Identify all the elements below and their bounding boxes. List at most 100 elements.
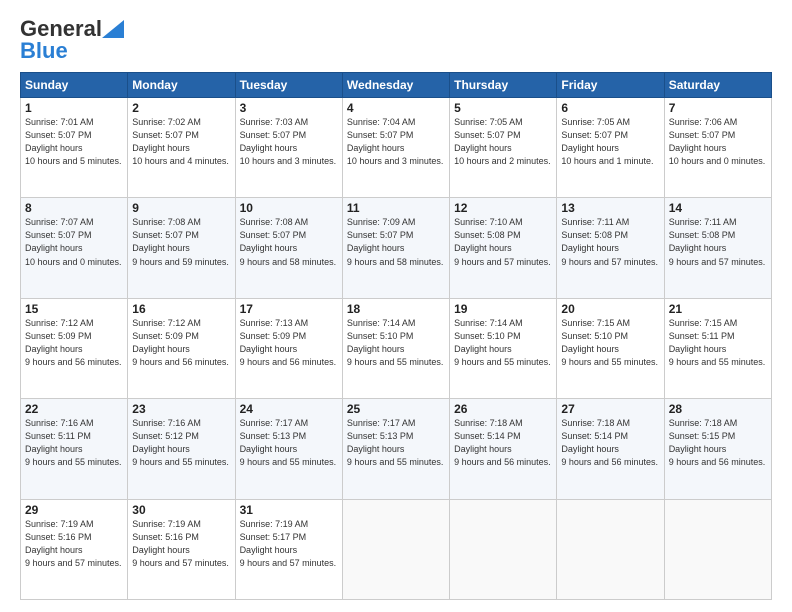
day-info: Sunrise: 7:04 AMSunset: 5:07 PMDaylight … [347, 117, 444, 166]
calendar-cell: 18Sunrise: 7:14 AMSunset: 5:10 PMDayligh… [342, 298, 449, 398]
day-number: 30 [132, 503, 230, 517]
day-info: Sunrise: 7:01 AMSunset: 5:07 PMDaylight … [25, 117, 122, 166]
calendar-cell: 9 Sunrise: 7:08 AMSunset: 5:07 PMDaylight… [128, 198, 235, 298]
calendar-cell: 14 Sunrise: 7:11 AMSunset: 5:08 PMDayligh… [664, 198, 771, 298]
week-row-1: 1 Sunrise: 7:01 AMSunset: 5:07 PMDaylight… [21, 98, 772, 198]
day-info: Sunrise: 7:02 AMSunset: 5:07 PMDaylight … [132, 117, 229, 166]
week-row-3: 15 Sunrise: 7:12 AMSunset: 5:09 PMDayligh… [21, 298, 772, 398]
day-number: 8 [25, 201, 123, 215]
day-number: 9 [132, 201, 230, 215]
page: General Blue SundayMondayTuesdayWednesda… [0, 0, 792, 612]
day-info: Sunrise: 7:09 AMSunset: 5:07 PMDaylight … [347, 217, 444, 266]
day-info: Sunrise: 7:12 AMSunset: 5:09 PMDaylight … [132, 318, 229, 367]
calendar-cell [342, 499, 449, 599]
day-info: Sunrise: 7:14 AMSunset: 5:10 PMDaylight … [454, 318, 551, 367]
day-number: 3 [240, 101, 338, 115]
day-number: 17 [240, 302, 338, 316]
calendar-cell: 24 Sunrise: 7:17 AMSunset: 5:13 PMDayligh… [235, 399, 342, 499]
day-number: 1 [25, 101, 123, 115]
calendar-cell: 3Sunrise: 7:03 AMSunset: 5:07 PMDaylight… [235, 98, 342, 198]
calendar-cell: 7Sunrise: 7:06 AMSunset: 5:07 PMDaylight… [664, 98, 771, 198]
weekday-header-sunday: Sunday [21, 73, 128, 98]
week-row-4: 22 Sunrise: 7:16 AMSunset: 5:11 PMDayligh… [21, 399, 772, 499]
day-info: Sunrise: 7:13 AMSunset: 5:09 PMDaylight … [240, 318, 337, 367]
day-info: Sunrise: 7:11 AMSunset: 5:08 PMDaylight … [669, 217, 766, 266]
day-info: Sunrise: 7:10 AMSunset: 5:08 PMDaylight … [454, 217, 551, 266]
day-number: 25 [347, 402, 445, 416]
day-number: 15 [25, 302, 123, 316]
day-info: Sunrise: 7:15 AMSunset: 5:10 PMDaylight … [561, 318, 658, 367]
day-number: 5 [454, 101, 552, 115]
day-number: 16 [132, 302, 230, 316]
calendar-cell: 11 Sunrise: 7:09 AMSunset: 5:07 PMDayligh… [342, 198, 449, 298]
day-info: Sunrise: 7:14 AMSunset: 5:10 PMDaylight … [347, 318, 444, 367]
weekday-header-saturday: Saturday [664, 73, 771, 98]
weekday-header-tuesday: Tuesday [235, 73, 342, 98]
day-info: Sunrise: 7:19 AMSunset: 5:16 PMDaylight … [25, 519, 122, 568]
calendar-cell: 19Sunrise: 7:14 AMSunset: 5:10 PMDayligh… [450, 298, 557, 398]
header: General Blue [20, 16, 772, 64]
day-number: 4 [347, 101, 445, 115]
day-number: 13 [561, 201, 659, 215]
day-info: Sunrise: 7:11 AMSunset: 5:08 PMDaylight … [561, 217, 658, 266]
day-number: 7 [669, 101, 767, 115]
day-info: Sunrise: 7:18 AMSunset: 5:14 PMDaylight … [454, 418, 551, 467]
weekday-header-friday: Friday [557, 73, 664, 98]
day-number: 31 [240, 503, 338, 517]
day-number: 14 [669, 201, 767, 215]
day-number: 23 [132, 402, 230, 416]
day-info: Sunrise: 7:05 AMSunset: 5:07 PMDaylight … [561, 117, 653, 166]
calendar-cell [450, 499, 557, 599]
weekday-header-wednesday: Wednesday [342, 73, 449, 98]
day-number: 11 [347, 201, 445, 215]
logo: General Blue [20, 16, 124, 64]
weekday-header-thursday: Thursday [450, 73, 557, 98]
calendar-cell: 26 Sunrise: 7:18 AMSunset: 5:14 PMDayligh… [450, 399, 557, 499]
day-info: Sunrise: 7:08 AMSunset: 5:07 PMDaylight … [132, 217, 229, 266]
calendar-cell: 10 Sunrise: 7:08 AMSunset: 5:07 PMDayligh… [235, 198, 342, 298]
day-info: Sunrise: 7:16 AMSunset: 5:11 PMDaylight … [25, 418, 122, 467]
day-number: 26 [454, 402, 552, 416]
calendar-cell: 28Sunrise: 7:18 AMSunset: 5:15 PMDayligh… [664, 399, 771, 499]
day-info: Sunrise: 7:15 AMSunset: 5:11 PMDaylight … [669, 318, 766, 367]
day-info: Sunrise: 7:18 AMSunset: 5:15 PMDaylight … [669, 418, 766, 467]
day-info: Sunrise: 7:16 AMSunset: 5:12 PMDaylight … [132, 418, 229, 467]
day-number: 10 [240, 201, 338, 215]
day-number: 12 [454, 201, 552, 215]
calendar-cell: 23 Sunrise: 7:16 AMSunset: 5:12 PMDayligh… [128, 399, 235, 499]
day-number: 24 [240, 402, 338, 416]
day-number: 6 [561, 101, 659, 115]
day-info: Sunrise: 7:19 AMSunset: 5:17 PMDaylight … [240, 519, 337, 568]
calendar-cell: 16 Sunrise: 7:12 AMSunset: 5:09 PMDayligh… [128, 298, 235, 398]
day-info: Sunrise: 7:17 AMSunset: 5:13 PMDaylight … [240, 418, 337, 467]
day-info: Sunrise: 7:12 AMSunset: 5:09 PMDaylight … [25, 318, 122, 367]
calendar-cell: 13 Sunrise: 7:11 AMSunset: 5:08 PMDayligh… [557, 198, 664, 298]
day-info: Sunrise: 7:18 AMSunset: 5:14 PMDaylight … [561, 418, 658, 467]
day-number: 20 [561, 302, 659, 316]
calendar-cell: 20 Sunrise: 7:15 AMSunset: 5:10 PMDayligh… [557, 298, 664, 398]
calendar-cell: 21 Sunrise: 7:15 AMSunset: 5:11 PMDayligh… [664, 298, 771, 398]
calendar-cell: 6 Sunrise: 7:05 AMSunset: 5:07 PMDaylight… [557, 98, 664, 198]
calendar-cell: 29 Sunrise: 7:19 AMSunset: 5:16 PMDayligh… [21, 499, 128, 599]
day-number: 2 [132, 101, 230, 115]
calendar-cell [557, 499, 664, 599]
day-info: Sunrise: 7:19 AMSunset: 5:16 PMDaylight … [132, 519, 229, 568]
calendar-cell: 30 Sunrise: 7:19 AMSunset: 5:16 PMDayligh… [128, 499, 235, 599]
calendar-cell: 31 Sunrise: 7:19 AMSunset: 5:17 PMDayligh… [235, 499, 342, 599]
calendar-cell [664, 499, 771, 599]
calendar-cell: 1 Sunrise: 7:01 AMSunset: 5:07 PMDaylight… [21, 98, 128, 198]
week-row-5: 29 Sunrise: 7:19 AMSunset: 5:16 PMDayligh… [21, 499, 772, 599]
day-info: Sunrise: 7:08 AMSunset: 5:07 PMDaylight … [240, 217, 337, 266]
week-row-2: 8Sunrise: 7:07 AMSunset: 5:07 PMDaylight… [21, 198, 772, 298]
calendar-cell: 8Sunrise: 7:07 AMSunset: 5:07 PMDaylight… [21, 198, 128, 298]
day-info: Sunrise: 7:05 AMSunset: 5:07 PMDaylight … [454, 117, 551, 166]
weekday-header-monday: Monday [128, 73, 235, 98]
calendar-cell: 25 Sunrise: 7:17 AMSunset: 5:13 PMDayligh… [342, 399, 449, 499]
calendar-table: SundayMondayTuesdayWednesdayThursdayFrid… [20, 72, 772, 600]
day-info: Sunrise: 7:17 AMSunset: 5:13 PMDaylight … [347, 418, 444, 467]
day-number: 29 [25, 503, 123, 517]
day-number: 21 [669, 302, 767, 316]
calendar-cell: 22 Sunrise: 7:16 AMSunset: 5:11 PMDayligh… [21, 399, 128, 499]
day-number: 22 [25, 402, 123, 416]
logo-icon [102, 20, 124, 38]
